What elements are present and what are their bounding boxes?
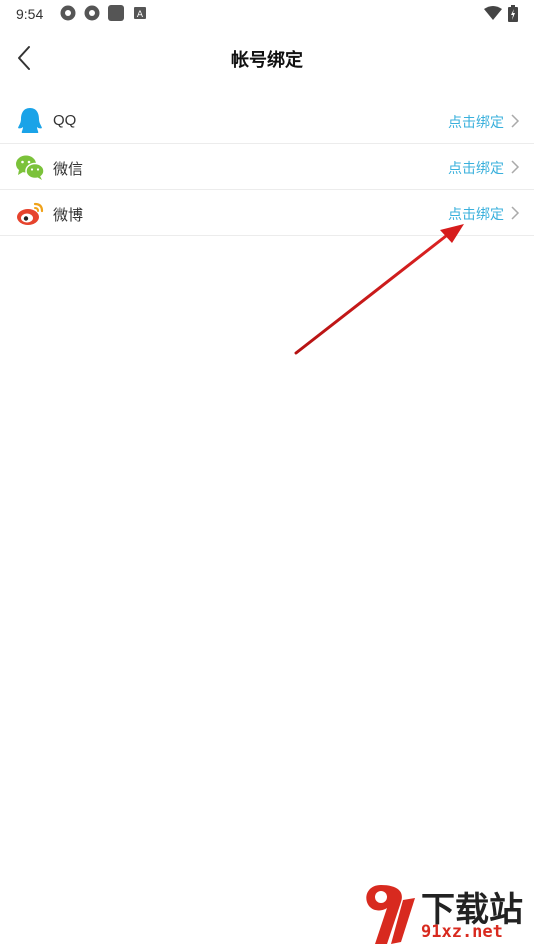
wechat-icon [16, 155, 45, 180]
svg-text:A: A [137, 10, 144, 19]
header: 帐号绑定 [0, 28, 534, 88]
status-bar: 9:54 A [0, 0, 534, 28]
page-title: 帐号绑定 [231, 50, 303, 70]
bind-link[interactable]: 点击绑定 [448, 158, 504, 178]
watermark-logo-icon [366, 885, 415, 944]
app-notification-icon [108, 5, 124, 21]
account-row-weibo[interactable]: 微博 点击绑定 [0, 190, 534, 236]
weibo-icon [17, 202, 44, 225]
battery-icon [508, 5, 518, 22]
aperture-icon [60, 5, 76, 21]
account-list: QQ 点击绑定 微信 点击绑定 微博 点击绑定 [0, 98, 534, 236]
wifi-icon [484, 6, 502, 20]
account-name: QQ [53, 112, 77, 129]
qq-icon [18, 108, 42, 133]
account-name: 微信 [53, 161, 84, 178]
aperture-icon [84, 5, 100, 21]
status-time: 9:54 [16, 6, 44, 22]
account-name: 微博 [53, 207, 84, 224]
a-notification-icon: A [134, 7, 146, 19]
watermark-domain: 91xz.net [421, 922, 503, 942]
account-row-wechat[interactable]: 微信 点击绑定 [0, 144, 534, 190]
chevron-right-icon [511, 206, 520, 220]
account-row-qq[interactable]: QQ 点击绑定 [0, 98, 534, 144]
chevron-right-icon [511, 160, 520, 174]
watermark: 下载站 91xz.net [359, 880, 534, 950]
bind-link[interactable]: 点击绑定 [448, 204, 504, 224]
bind-link[interactable]: 点击绑定 [448, 112, 504, 132]
chevron-right-icon [511, 114, 520, 128]
